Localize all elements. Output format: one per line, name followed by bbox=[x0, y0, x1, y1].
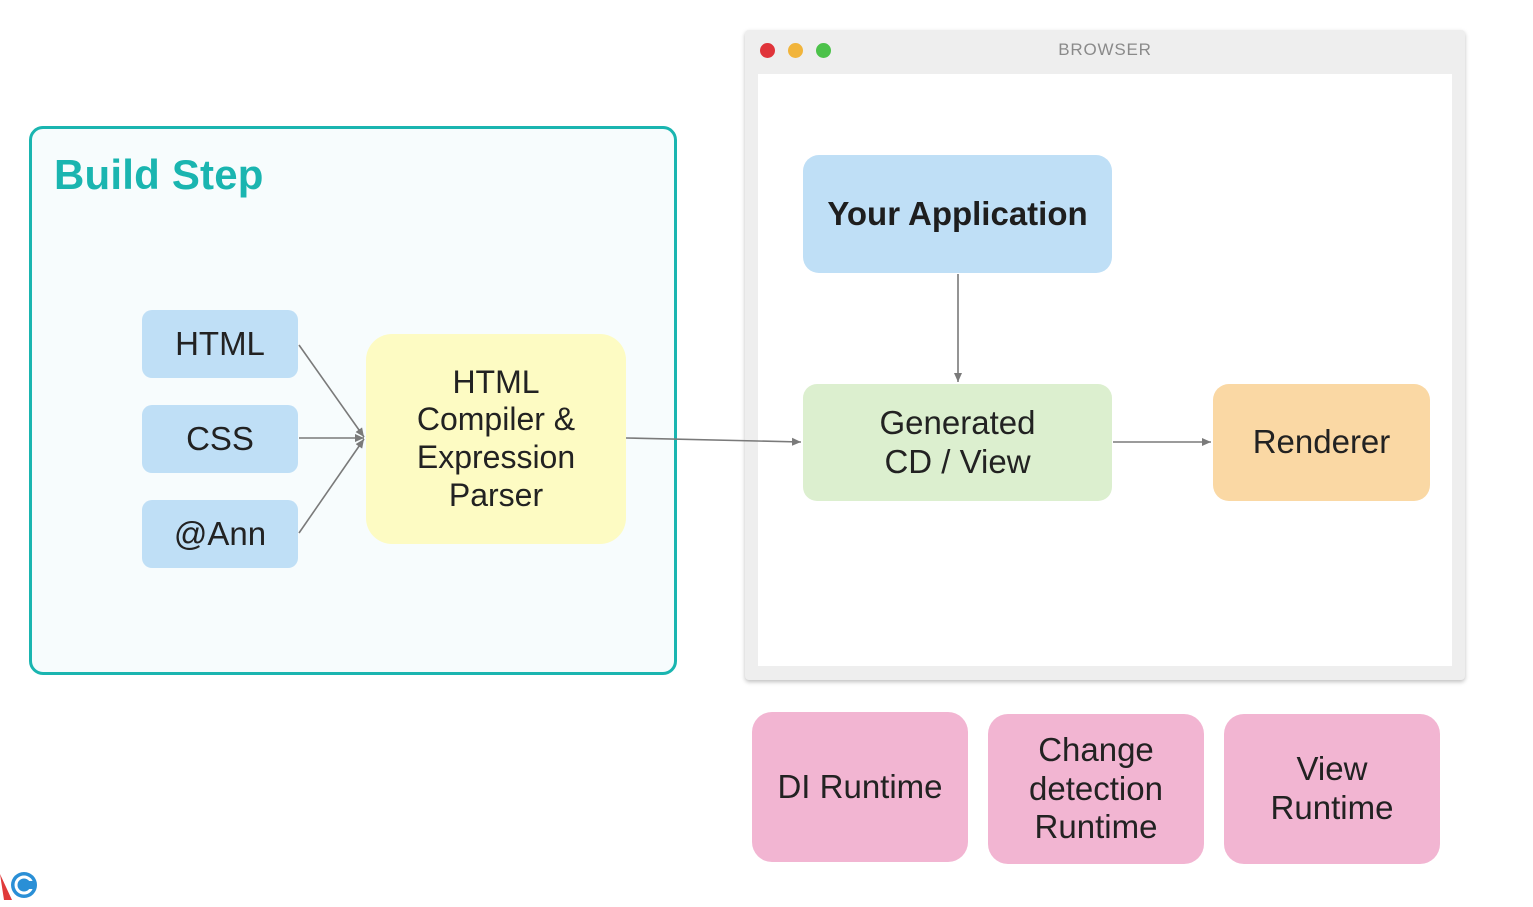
diagram-canvas: Build Step HTML CSS @Ann HTML Compiler &… bbox=[0, 0, 1533, 907]
source-annotations-box: @Ann bbox=[142, 500, 298, 568]
angular-connect-logo-icon bbox=[0, 872, 37, 900]
browser-title: BROWSER bbox=[1058, 40, 1152, 59]
browser-window: BROWSER bbox=[745, 30, 1465, 680]
your-application-box: Your Application bbox=[803, 155, 1112, 273]
html-compiler-box: HTML Compiler & Expression Parser bbox=[366, 334, 626, 544]
renderer-box: Renderer bbox=[1213, 384, 1430, 501]
di-runtime-box: DI Runtime bbox=[752, 712, 968, 862]
change-detection-runtime-box: Change detection Runtime bbox=[988, 714, 1204, 864]
view-runtime-box: View Runtime bbox=[1224, 714, 1440, 864]
source-css-box: CSS bbox=[142, 405, 298, 473]
source-html-box: HTML bbox=[142, 310, 298, 378]
build-step-title: Build Step bbox=[54, 151, 264, 198]
generated-cd-view-box: Generated CD / View bbox=[803, 384, 1112, 501]
